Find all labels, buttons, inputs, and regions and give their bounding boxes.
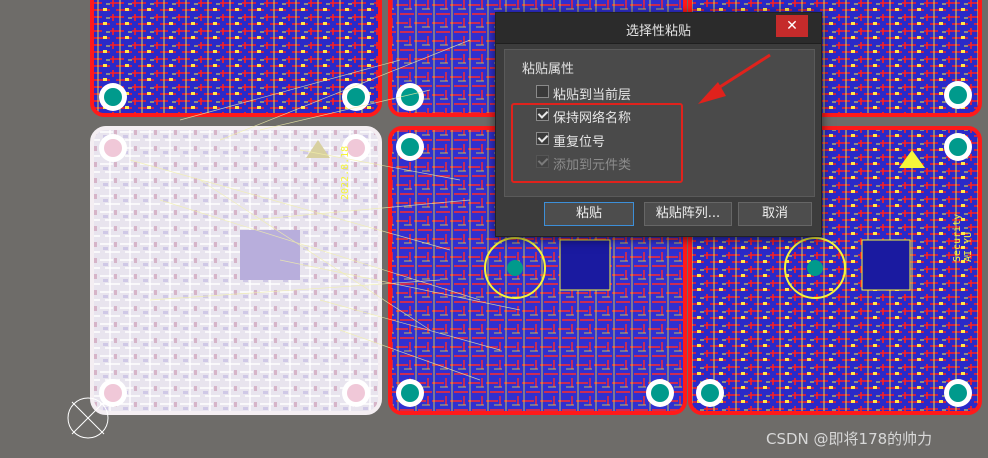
board-name-label: Security AI YU [952,213,974,262]
close-icon: ✕ [786,18,798,34]
paste-button[interactable]: 粘贴 [544,202,634,226]
pcb-board-top-left[interactable] [90,0,382,117]
board-date-label: 2022.8.18 [340,145,351,200]
origin-marker-icon [67,397,109,439]
close-button[interactable]: ✕ [776,15,808,37]
paste-attributes-label: 粘贴属性 [522,62,575,77]
pcb-board-selected[interactable] [90,126,382,415]
checkbox-paste-to-current-layer[interactable] [536,85,549,98]
cancel-button[interactable]: 取消 [738,202,812,226]
dialog-title: 选择性粘贴 [625,24,691,39]
watermark-text: CSDN @即将178的帅力 [766,430,933,448]
dialog-titlebar[interactable]: 选择性粘贴 ✕ [496,13,821,44]
paste-array-button[interactable]: 粘贴阵列... [644,202,732,226]
annotation-highlight-box [511,103,683,183]
pcb-canvas[interactable] [0,0,988,458]
